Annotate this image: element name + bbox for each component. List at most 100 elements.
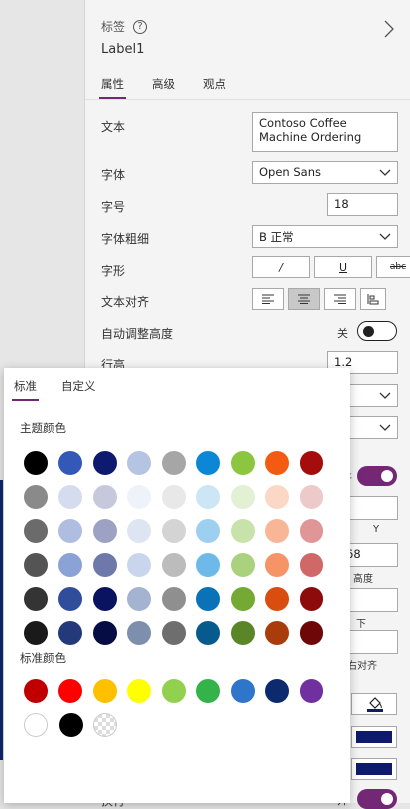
tab-ideas[interactable]: 观点 — [201, 76, 228, 98]
theme-color-swatch[interactable] — [299, 553, 324, 577]
bottom-label: 下 — [356, 619, 366, 630]
text-input[interactable]: Contoso Coffee Machine Ordering — [252, 112, 398, 152]
black-swatch[interactable] — [58, 713, 83, 737]
theme-color-swatch[interactable] — [196, 587, 221, 611]
theme-color-swatch[interactable] — [196, 451, 221, 475]
theme-color-swatch[interactable] — [230, 621, 255, 645]
theme-color-swatch[interactable] — [230, 519, 255, 543]
theme-color-swatch[interactable] — [161, 485, 186, 509]
size-input[interactable]: 18 — [327, 193, 398, 216]
theme-colors-title: 主题颜色 — [20, 421, 66, 435]
theme-color-swatch[interactable] — [127, 485, 152, 509]
strikethrough-button[interactable]: abc — [376, 256, 410, 278]
align-left-button[interactable] — [252, 288, 284, 310]
theme-color-swatch[interactable] — [58, 519, 83, 543]
align-justify-button[interactable] — [360, 288, 386, 310]
weight-select[interactable]: B 正常 — [252, 225, 398, 248]
theme-color-swatch[interactable] — [161, 553, 186, 577]
height-label: 高度 — [353, 574, 373, 585]
theme-color-swatch[interactable] — [265, 553, 289, 577]
theme-color-swatch[interactable] — [92, 451, 117, 475]
theme-color-swatch[interactable] — [58, 485, 83, 509]
standard-color-swatch[interactable] — [230, 679, 255, 703]
color-swatch-1[interactable] — [351, 726, 397, 748]
tab-standard[interactable]: 标准 — [12, 378, 39, 401]
control-name[interactable]: Label1 — [101, 42, 144, 57]
theme-color-swatch[interactable] — [58, 451, 83, 475]
size-label: 字号 — [101, 200, 126, 214]
font-select[interactable]: Open Sans — [252, 161, 398, 184]
tab-custom[interactable]: 自定义 — [59, 378, 98, 401]
align-center-button[interactable] — [288, 288, 320, 310]
theme-color-swatch[interactable] — [299, 485, 324, 509]
theme-color-swatch[interactable] — [161, 621, 186, 645]
theme-color-swatch[interactable] — [127, 587, 152, 611]
theme-color-swatch[interactable] — [230, 587, 255, 611]
theme-color-swatch[interactable] — [24, 451, 48, 475]
theme-color-swatch[interactable] — [92, 553, 117, 577]
align-center-icon — [298, 294, 310, 304]
chevron-right-icon[interactable] — [382, 18, 396, 40]
theme-color-swatch[interactable] — [299, 587, 324, 611]
align-right-button[interactable] — [324, 288, 356, 310]
theme-color-row — [24, 446, 334, 480]
standard-color-swatch[interactable] — [127, 679, 152, 703]
theme-color-swatch[interactable] — [196, 621, 221, 645]
theme-color-swatch[interactable] — [127, 553, 152, 577]
theme-color-swatch[interactable] — [92, 485, 117, 509]
transparent-swatch[interactable] — [93, 713, 117, 737]
theme-color-swatch[interactable] — [161, 587, 186, 611]
theme-color-swatch[interactable] — [58, 553, 83, 577]
theme-color-swatch[interactable] — [24, 485, 48, 509]
theme-color-swatch[interactable] — [230, 451, 255, 475]
theme-color-swatch[interactable] — [24, 519, 48, 543]
standard-color-swatch[interactable] — [161, 679, 186, 703]
theme-color-swatch[interactable] — [92, 587, 117, 611]
wrap-toggle[interactable] — [357, 789, 397, 809]
theme-color-swatch[interactable] — [299, 621, 324, 645]
theme-color-swatch[interactable] — [230, 553, 255, 577]
tab-advanced[interactable]: 高级 — [150, 76, 177, 98]
align-right-icon — [334, 294, 346, 304]
help-icon[interactable]: ? — [133, 19, 148, 34]
theme-color-swatch[interactable] — [265, 621, 289, 645]
theme-color-swatch[interactable] — [92, 621, 117, 645]
theme-color-swatch[interactable] — [196, 519, 221, 543]
theme-color-swatch[interactable] — [265, 485, 289, 509]
theme-color-swatch[interactable] — [127, 451, 152, 475]
standard-color-swatch[interactable] — [58, 679, 83, 703]
standard-color-swatch[interactable] — [265, 679, 289, 703]
theme-color-swatch[interactable] — [24, 553, 48, 577]
theme-color-swatch[interactable] — [161, 519, 186, 543]
underline-button[interactable]: U — [314, 256, 372, 278]
theme-color-swatch[interactable] — [196, 485, 221, 509]
theme-color-swatch[interactable] — [24, 587, 48, 611]
theme-color-swatch[interactable] — [127, 519, 152, 543]
theme-color-swatch[interactable] — [299, 451, 324, 475]
theme-color-swatch[interactable] — [92, 519, 117, 543]
theme-color-swatch[interactable] — [265, 587, 289, 611]
theme-color-swatch[interactable] — [230, 485, 255, 509]
color-swatch-2[interactable] — [351, 758, 397, 780]
control-type-label: 标签 — [101, 20, 126, 34]
theme-color-swatch[interactable] — [58, 587, 83, 611]
italic-button[interactable]: / — [252, 256, 310, 278]
theme-color-swatch[interactable] — [127, 621, 152, 645]
toggle-2[interactable] — [357, 466, 397, 486]
theme-color-swatch[interactable] — [161, 451, 186, 475]
theme-color-swatch[interactable] — [196, 553, 221, 577]
standard-color-swatch[interactable] — [299, 679, 324, 703]
theme-color-swatch[interactable] — [265, 451, 289, 475]
standard-color-swatch[interactable] — [196, 679, 221, 703]
theme-color-swatch[interactable] — [24, 621, 48, 645]
white-swatch[interactable] — [24, 713, 48, 737]
standard-color-swatch[interactable] — [24, 679, 48, 703]
fill-color-button[interactable] — [351, 693, 397, 715]
theme-color-swatch[interactable] — [58, 621, 83, 645]
theme-color-swatch[interactable] — [299, 519, 324, 543]
tab-properties[interactable]: 属性 — [99, 76, 126, 99]
theme-color-swatch[interactable] — [265, 519, 289, 543]
theme-color-row — [24, 480, 334, 514]
standard-color-swatch[interactable] — [92, 679, 117, 703]
autoheight-toggle[interactable] — [357, 321, 397, 341]
